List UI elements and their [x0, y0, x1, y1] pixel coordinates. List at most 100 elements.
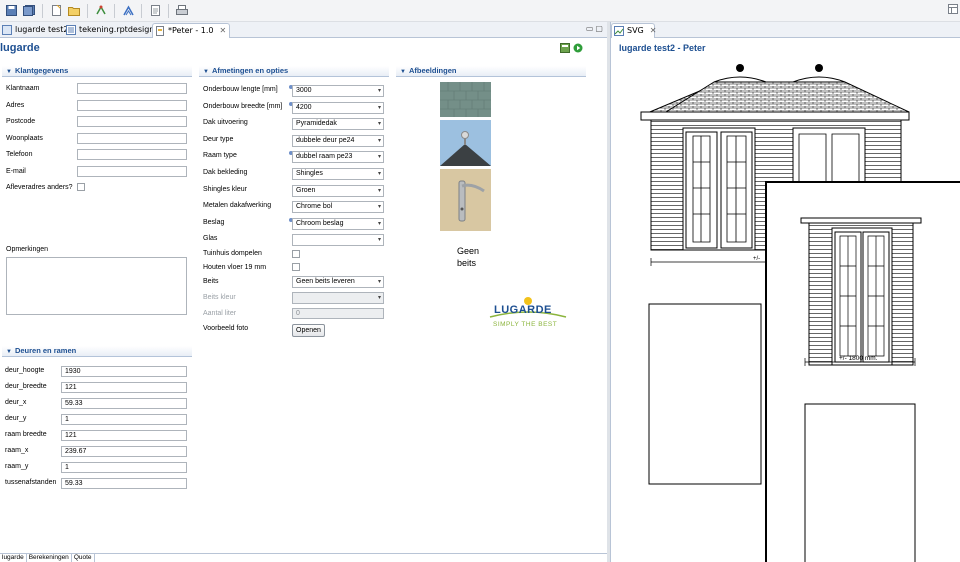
new-icon[interactable]: [49, 4, 63, 18]
field-label: E-mail: [6, 167, 26, 175]
text-field[interactable]: [77, 99, 187, 111]
chevron-down-icon: ▾: [377, 204, 381, 211]
openen-button[interactable]: Openen: [292, 324, 325, 337]
beits-kleur-label: Beits kleur: [203, 294, 236, 301]
dimension-label-right: +/- 1800 mm.: [839, 355, 878, 362]
field-label: Adres: [6, 101, 25, 109]
editor-tab-bar: lugarde test2 tekening.rptdesign *Peter …: [0, 22, 607, 38]
section-title: Deuren en ramen: [14, 346, 77, 355]
option-combo[interactable]: Groen ▾: [292, 184, 384, 197]
option-label: Beslag: [203, 218, 225, 226]
field-label: deur_breedte: [5, 383, 47, 390]
tab-berekeningen[interactable]: Berekeningen: [27, 554, 72, 562]
side-elevation: [800, 217, 922, 366]
section-afmetingen: ▼ Afmetingen en opties: [199, 66, 389, 77]
text-field[interactable]: 1: [61, 462, 187, 473]
tab-label: tekening.rptdesign: [79, 25, 155, 34]
save-all-icon[interactable]: [22, 4, 36, 18]
tab-peter[interactable]: *Peter - 1.0 ✕: [152, 23, 230, 38]
option-label: Glas: [203, 235, 218, 243]
text-field[interactable]: [77, 132, 187, 144]
minimize-maximize-icons[interactable]: ▭▢: [586, 24, 605, 33]
option-combo[interactable]: Chroom beslag ▾: [292, 217, 384, 230]
aflever-checkbox[interactable]: [77, 183, 85, 191]
chevron-down-icon: ▾: [377, 121, 381, 128]
text-field[interactable]: [77, 149, 187, 160]
text-field[interactable]: 121: [61, 382, 187, 393]
text-field[interactable]: 1: [61, 414, 187, 425]
field-label: Telefoon: [6, 151, 33, 158]
section-title: Afmetingen en opties: [211, 66, 289, 75]
page-icon[interactable]: [148, 4, 162, 18]
play-icon[interactable]: [573, 43, 583, 53]
combo-value: 3000: [296, 87, 312, 94]
opmerkingen-label: Opmerkingen: [6, 246, 49, 253]
combo-value: dubbel raam pe23: [296, 153, 353, 161]
combo-value: Pyramidedak: [296, 120, 337, 128]
option-combo[interactable]: dubbele deur pe24 ▾: [292, 134, 384, 147]
chevron-down-icon: ▾: [377, 279, 381, 285]
chrome-bol-image: [440, 120, 491, 166]
text-field[interactable]: 59.33: [61, 398, 187, 409]
opmerkingen-textarea[interactable]: [6, 257, 187, 315]
combo-value: Groen: [296, 186, 316, 194]
logo-text: LUGARDE: [494, 304, 552, 316]
chevron-down-icon: ▾: [377, 237, 381, 244]
open-folder-icon[interactable]: [67, 4, 81, 18]
twistie-expanded-icon: ▼: [6, 349, 12, 355]
chevron-down-icon: ▾: [377, 171, 381, 177]
section-header[interactable]: ▼ Klantgegevens: [2, 66, 192, 77]
print-icon[interactable]: [175, 4, 189, 18]
field-label: raam_x: [5, 447, 29, 454]
chevron-down-icon: ▾: [377, 295, 381, 301]
option-label: Raam type: [203, 152, 237, 160]
beslag-image: [440, 169, 491, 231]
option-combo[interactable]: Shingles ▾: [292, 168, 384, 180]
tab-quote[interactable]: Quote: [72, 554, 95, 562]
text-field[interactable]: [77, 165, 187, 177]
save-icon[interactable]: [4, 4, 18, 18]
run-icon[interactable]: [94, 4, 108, 18]
text-field[interactable]: 59.33: [61, 478, 187, 489]
chevron-down-icon: ▾: [377, 104, 381, 111]
tuinhuis-checkbox[interactable]: [292, 250, 300, 258]
text-field[interactable]: 1930: [61, 366, 187, 377]
section-header[interactable]: ▼ Afbeeldingen: [396, 66, 586, 77]
form-header-icons: [560, 43, 583, 53]
tab-lugarde[interactable]: lugarde: [0, 554, 27, 562]
option-combo[interactable]: ▾: [292, 234, 384, 247]
tab-tekening-rptdesign[interactable]: tekening.rptdesign: [64, 23, 154, 38]
toolbar-separator: [114, 3, 115, 18]
aantal-liter-field: 0: [292, 308, 384, 319]
chevron-down-icon: ▾: [377, 187, 381, 194]
houten-vloer-checkbox[interactable]: [292, 263, 300, 271]
option-combo[interactable]: Pyramidedak ▾: [292, 118, 384, 131]
option-combo[interactable]: 3000 ▾: [292, 85, 384, 97]
twistie-expanded-icon: ▼: [400, 69, 406, 75]
option-label: Metalen dakafwerking: [203, 202, 272, 210]
close-icon[interactable]: ✕: [220, 26, 227, 35]
tab-label: lugarde test2: [15, 25, 69, 34]
aflever-label: Afleveradres anders?: [6, 184, 73, 191]
text-field[interactable]: [77, 83, 187, 94]
option-combo[interactable]: dubbel raam pe23 ▾: [292, 151, 384, 164]
text-field[interactable]: 121: [61, 430, 187, 441]
floor-plan-outline: [648, 303, 762, 485]
tab-lugarde-test2[interactable]: lugarde test2: [0, 23, 68, 38]
option-combo[interactable]: Chrome bol ▾: [292, 201, 384, 214]
section-title: Afbeeldingen: [408, 66, 457, 75]
field-label: deur_y: [5, 415, 27, 422]
option-combo[interactable]: 4200 ▾: [292, 101, 384, 114]
field-label: raam breedte: [5, 431, 47, 438]
text-field[interactable]: 239.67: [61, 446, 187, 457]
section-header[interactable]: ▼ Afmetingen en opties: [199, 66, 389, 77]
section-header[interactable]: ▼ Deuren en ramen: [2, 346, 192, 357]
report-icon[interactable]: [121, 4, 135, 18]
roof: [640, 64, 910, 121]
beits-combo[interactable]: Geen beits leveren ▾: [292, 276, 384, 288]
section-title: Klantgegevens: [14, 66, 69, 75]
calculator-icon[interactable]: [560, 43, 570, 53]
svg-view-pane: SVG ✕ lugarde test2 - Peter +/- +/- 1800…: [610, 22, 960, 562]
text-field[interactable]: [77, 116, 187, 127]
perspective-icon[interactable]: [948, 4, 958, 16]
